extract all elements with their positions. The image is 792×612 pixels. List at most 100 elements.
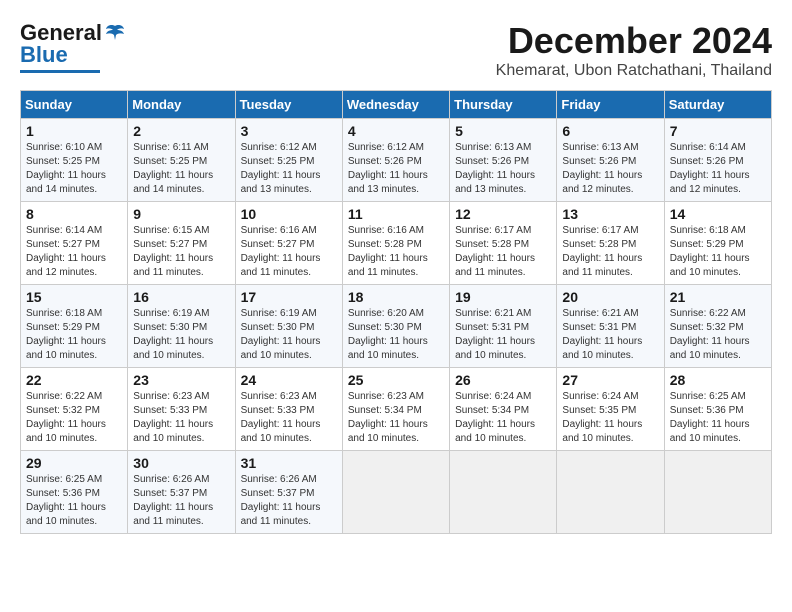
day-info: Sunrise: 6:19 AM Sunset: 5:30 PM Dayligh… (133, 307, 229, 363)
day-info: Sunrise: 6:22 AM Sunset: 5:32 PM Dayligh… (670, 307, 766, 363)
day-info: Sunrise: 6:16 AM Sunset: 5:28 PM Dayligh… (348, 224, 444, 280)
day-number: 29 (26, 455, 122, 471)
day-info: Sunrise: 6:15 AM Sunset: 5:27 PM Dayligh… (133, 224, 229, 280)
day-number: 25 (348, 372, 444, 388)
calendar-cell: 3 Sunrise: 6:12 AM Sunset: 5:25 PM Daylig… (235, 119, 342, 202)
day-info: Sunrise: 6:10 AM Sunset: 5:25 PM Dayligh… (26, 141, 122, 197)
logo: General Blue (20, 20, 126, 73)
day-info: Sunrise: 6:25 AM Sunset: 5:36 PM Dayligh… (670, 390, 766, 446)
calendar-cell: 26 Sunrise: 6:24 AM Sunset: 5:34 PM Dayli… (450, 368, 557, 451)
day-number: 22 (26, 372, 122, 388)
day-info: Sunrise: 6:23 AM Sunset: 5:33 PM Dayligh… (241, 390, 337, 446)
calendar-cell: 8Sunrise: 6:14 AM Sunset: 5:27 PM Daylig… (21, 202, 128, 285)
calendar-cell: 22Sunrise: 6:22 AM Sunset: 5:32 PM Dayli… (21, 368, 128, 451)
day-info: Sunrise: 6:26 AM Sunset: 5:37 PM Dayligh… (133, 473, 229, 529)
week-row-3: 22Sunrise: 6:22 AM Sunset: 5:32 PM Dayli… (21, 368, 772, 451)
day-info: Sunrise: 6:25 AM Sunset: 5:36 PM Dayligh… (26, 473, 122, 529)
title-section: December 2024 Khemarat, Ubon Ratchathani… (496, 20, 772, 80)
day-number: 17 (241, 289, 337, 305)
calendar-cell: 31Sunrise: 6:26 AM Sunset: 5:37 PM Dayli… (235, 451, 342, 534)
day-number: 28 (670, 372, 766, 388)
column-header-tuesday: Tuesday (235, 91, 342, 119)
week-row-0: 1 Sunrise: 6:10 AM Sunset: 5:25 PM Daylig… (21, 119, 772, 202)
day-number: 9 (133, 206, 229, 222)
calendar-cell (557, 451, 664, 534)
calendar-cell: 16 Sunrise: 6:19 AM Sunset: 5:30 PM Dayli… (128, 285, 235, 368)
day-info: Sunrise: 6:12 AM Sunset: 5:25 PM Dayligh… (241, 141, 337, 197)
day-info: Sunrise: 6:23 AM Sunset: 5:34 PM Dayligh… (348, 390, 444, 446)
calendar-cell: 1 Sunrise: 6:10 AM Sunset: 5:25 PM Daylig… (21, 119, 128, 202)
month-title: December 2024 (496, 20, 772, 62)
calendar-cell: 2 Sunrise: 6:11 AM Sunset: 5:25 PM Daylig… (128, 119, 235, 202)
column-header-monday: Monday (128, 91, 235, 119)
calendar-cell: 27 Sunrise: 6:24 AM Sunset: 5:35 PM Dayli… (557, 368, 664, 451)
day-number: 18 (348, 289, 444, 305)
day-info: Sunrise: 6:23 AM Sunset: 5:33 PM Dayligh… (133, 390, 229, 446)
calendar-cell (450, 451, 557, 534)
calendar-cell: 12 Sunrise: 6:17 AM Sunset: 5:28 PM Dayli… (450, 202, 557, 285)
calendar-cell: 21 Sunrise: 6:22 AM Sunset: 5:32 PM Dayli… (664, 285, 771, 368)
day-info: Sunrise: 6:21 AM Sunset: 5:31 PM Dayligh… (562, 307, 658, 363)
day-number: 8 (26, 206, 122, 222)
day-info: Sunrise: 6:18 AM Sunset: 5:29 PM Dayligh… (26, 307, 122, 363)
calendar-cell: 14 Sunrise: 6:18 AM Sunset: 5:29 PM Dayli… (664, 202, 771, 285)
calendar-cell: 11Sunrise: 6:16 AM Sunset: 5:28 PM Dayli… (342, 202, 449, 285)
day-info: Sunrise: 6:13 AM Sunset: 5:26 PM Dayligh… (455, 141, 551, 197)
day-info: Sunrise: 6:12 AM Sunset: 5:26 PM Dayligh… (348, 141, 444, 197)
day-info: Sunrise: 6:16 AM Sunset: 5:27 PM Dayligh… (241, 224, 337, 280)
day-number: 27 (562, 372, 658, 388)
calendar-cell: 6Sunrise: 6:13 AM Sunset: 5:26 PM Daylig… (557, 119, 664, 202)
logo-blue: Blue (20, 42, 68, 68)
column-header-saturday: Saturday (664, 91, 771, 119)
calendar-cell: 18Sunrise: 6:20 AM Sunset: 5:30 PM Dayli… (342, 285, 449, 368)
day-number: 24 (241, 372, 337, 388)
day-number: 14 (670, 206, 766, 222)
calendar-cell: 24 Sunrise: 6:23 AM Sunset: 5:33 PM Dayli… (235, 368, 342, 451)
day-info: Sunrise: 6:18 AM Sunset: 5:29 PM Dayligh… (670, 224, 766, 280)
calendar-cell: 7 Sunrise: 6:14 AM Sunset: 5:26 PM Daylig… (664, 119, 771, 202)
day-number: 20 (562, 289, 658, 305)
day-number: 13 (562, 206, 658, 222)
column-header-sunday: Sunday (21, 91, 128, 119)
calendar-cell: 29 Sunrise: 6:25 AM Sunset: 5:36 PM Dayli… (21, 451, 128, 534)
calendar-cell: 19Sunrise: 6:21 AM Sunset: 5:31 PM Dayli… (450, 285, 557, 368)
day-number: 31 (241, 455, 337, 471)
column-header-friday: Friday (557, 91, 664, 119)
logo-bird-icon (104, 22, 126, 44)
calendar-cell: 17Sunrise: 6:19 AM Sunset: 5:30 PM Dayli… (235, 285, 342, 368)
week-row-1: 8Sunrise: 6:14 AM Sunset: 5:27 PM Daylig… (21, 202, 772, 285)
day-info: Sunrise: 6:24 AM Sunset: 5:34 PM Dayligh… (455, 390, 551, 446)
day-number: 3 (241, 123, 337, 139)
location: Khemarat, Ubon Ratchathani, Thailand (496, 62, 772, 80)
day-number: 1 (26, 123, 122, 139)
day-number: 21 (670, 289, 766, 305)
day-info: Sunrise: 6:17 AM Sunset: 5:28 PM Dayligh… (455, 224, 551, 280)
day-number: 30 (133, 455, 229, 471)
week-row-4: 29 Sunrise: 6:25 AM Sunset: 5:36 PM Dayli… (21, 451, 772, 534)
day-info: Sunrise: 6:17 AM Sunset: 5:28 PM Dayligh… (562, 224, 658, 280)
day-number: 26 (455, 372, 551, 388)
calendar-cell: 9 Sunrise: 6:15 AM Sunset: 5:27 PM Daylig… (128, 202, 235, 285)
day-info: Sunrise: 6:11 AM Sunset: 5:25 PM Dayligh… (133, 141, 229, 197)
day-info: Sunrise: 6:14 AM Sunset: 5:26 PM Dayligh… (670, 141, 766, 197)
day-number: 2 (133, 123, 229, 139)
calendar-cell: 4 Sunrise: 6:12 AM Sunset: 5:26 PM Daylig… (342, 119, 449, 202)
calendar-cell (664, 451, 771, 534)
page-header: General Blue December 2024 Khemarat, Ubo… (20, 20, 772, 80)
week-row-2: 15Sunrise: 6:18 AM Sunset: 5:29 PM Dayli… (21, 285, 772, 368)
day-info: Sunrise: 6:21 AM Sunset: 5:31 PM Dayligh… (455, 307, 551, 363)
calendar-cell: 13 Sunrise: 6:17 AM Sunset: 5:28 PM Dayli… (557, 202, 664, 285)
day-number: 7 (670, 123, 766, 139)
day-number: 4 (348, 123, 444, 139)
calendar-cell: 28 Sunrise: 6:25 AM Sunset: 5:36 PM Dayli… (664, 368, 771, 451)
calendar-header-row: SundayMondayTuesdayWednesdayThursdayFrid… (21, 91, 772, 119)
column-header-thursday: Thursday (450, 91, 557, 119)
column-header-wednesday: Wednesday (342, 91, 449, 119)
day-number: 12 (455, 206, 551, 222)
day-number: 16 (133, 289, 229, 305)
day-info: Sunrise: 6:13 AM Sunset: 5:26 PM Dayligh… (562, 141, 658, 197)
calendar-cell: 20 Sunrise: 6:21 AM Sunset: 5:31 PM Dayli… (557, 285, 664, 368)
calendar-cell: 15Sunrise: 6:18 AM Sunset: 5:29 PM Dayli… (21, 285, 128, 368)
logo-divider (20, 70, 100, 73)
day-info: Sunrise: 6:24 AM Sunset: 5:35 PM Dayligh… (562, 390, 658, 446)
